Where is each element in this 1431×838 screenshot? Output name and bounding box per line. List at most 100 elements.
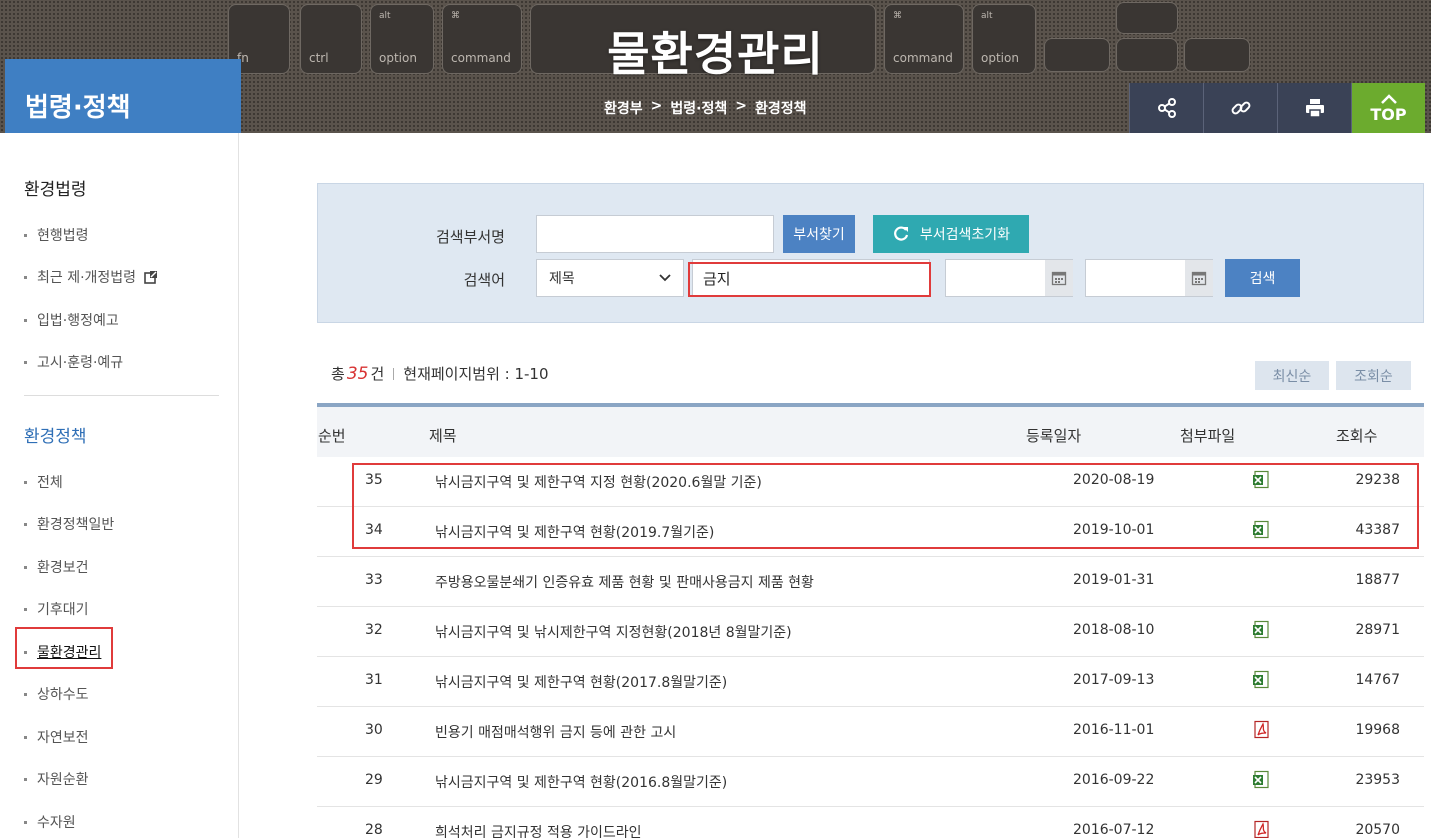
header-views: 조회수 [1336,427,1378,445]
row-number: 30 [365,722,383,738]
sidebar-item-label: 상하수도 [37,687,89,703]
sidebar-item-resource-circulation[interactable]: 자원순환 [24,769,89,789]
sidebar-item-env-policy-general[interactable]: 환경정책일반 [24,514,114,534]
bullet-dot [24,735,27,739]
table-row[interactable]: 33 주방용오물분쇄기 인증유효 제품 현황 및 판매사용금지 제품 현황 2019… [317,557,1424,607]
excel-file-icon[interactable] [1252,770,1272,794]
bullet-dot [24,360,27,364]
bullet-dot [24,820,27,824]
row-title-link[interactable]: 희석처리 금지규정 적용 가이드라인 [435,822,642,838]
sidebar-item-label: 입법·행정예고 [37,313,119,329]
excel-file-icon[interactable] [1252,670,1272,694]
sidebar-item-label: 고시·훈령·예규 [37,355,124,371]
breadcrumb-item-home[interactable]: 환경부 [604,98,643,118]
sidebar-item-climate-air[interactable]: 기후대기 [24,599,89,619]
excel-file-icon[interactable] [1252,620,1272,644]
header-title: 제목 [429,427,457,445]
chevron-up-icon [1380,93,1397,104]
share-button[interactable] [1129,83,1203,133]
page-range: 현재페이지범위 : 1-10 [403,365,549,383]
copy-link-button[interactable] [1203,83,1277,133]
dept-label: 검색부서명 [435,228,505,246]
sort-views-button[interactable]: 조회순 [1336,361,1411,390]
start-date-picker[interactable] [1045,260,1073,296]
total-suffix: 건 [370,365,385,383]
row-views: 14767 [1355,672,1400,688]
table-row[interactable]: 32 낚시금지구역 및 낚시제한구역 지정현황(2018년 8월말기준) 2018-… [317,607,1424,657]
sidebar-item-env-health[interactable]: 환경보건 [24,557,89,577]
bullet-dot [24,275,27,279]
row-title-link[interactable]: 빈용기 매점매석행위 금지 등에 관한 고시 [435,722,676,742]
bullet-dot [24,607,27,611]
pdf-file-icon[interactable] [1252,720,1272,744]
bullet-dot [24,318,27,322]
sidebar-item-label: 자원순환 [37,772,89,788]
section-title: 법령·정책 [25,93,131,123]
reset-dept-button[interactable]: 부서검색초기화 [873,215,1029,253]
keyword-label: 검색어 [463,271,505,289]
sidebar-nav: 환경법령 현행법령 최근 제·개정법령 입법·행정예고 고시·훈령·예규 환경정… [5,133,239,838]
row-number: 32 [365,622,383,638]
sidebar-item-label: 현행법령 [37,228,89,244]
sidebar-group-env-law[interactable]: 환경법령 [24,175,87,200]
sidebar-item-recent-law[interactable]: 최근 제·개정법령 [24,267,158,287]
sidebar-item-water-supply[interactable]: 상하수도 [24,684,89,704]
dept-input[interactable] [536,215,774,253]
sidebar-item-label: 기후대기 [37,602,89,618]
breadcrumb-separator: > [735,98,747,114]
table-row[interactable]: 30 빈용기 매점매석행위 금지 등에 관한 고시 2016-11-01 19968 [317,707,1424,757]
end-date-picker[interactable] [1185,260,1213,296]
row-views: 18877 [1355,572,1400,588]
sidebar-item-water-resources[interactable]: 수자원 [24,812,76,832]
refresh-icon [894,226,908,241]
breadcrumb: 환경부 > 법령·정책 > 환경정책 [604,98,806,118]
row-date: 2016-09-22 [1073,772,1155,788]
breadcrumb-item-law-policy[interactable]: 법령·정책 [670,98,727,118]
header-num: 순번 [318,427,346,445]
row-title-link[interactable]: 주방용오물분쇄기 인증유효 제품 현황 및 판매사용금지 제품 현황 [435,572,814,592]
sidebar-item-current-law[interactable]: 현행법령 [24,225,89,245]
calendar-icon [1051,271,1067,286]
calendar-icon [1191,271,1207,286]
scroll-top-button[interactable]: TOP [1351,83,1425,133]
sidebar-item-notice-rules[interactable]: 고시·훈령·예규 [24,352,123,372]
sidebar-item-all[interactable]: 전체 [24,472,63,492]
header-file: 첨부파일 [1180,427,1236,445]
row-title-link[interactable]: 낚시금지구역 및 제한구역 현황(2017.8월말기준) [435,672,727,692]
summary-divider [393,367,395,380]
table-row[interactable]: 29 낚시금지구역 및 제한구역 현황(2016.8월말기준) 2016-09-22… [317,757,1424,807]
row-title-link[interactable]: 낚시금지구역 및 제한구역 현황(2016.8월말기준) [435,772,727,792]
sidebar-item-label: 환경보건 [37,560,89,576]
row-title-link[interactable]: 낚시금지구역 및 낚시제한구역 지정현황(2018년 8월말기준) [435,622,792,642]
highlight-box-keyword [688,262,931,297]
row-number: 29 [365,772,383,788]
sidebar-item-nature-conservation[interactable]: 자연보전 [24,727,89,747]
sort-latest-button[interactable]: 최신순 [1255,361,1329,390]
table-row[interactable]: 31 낚시금지구역 및 제한구역 현황(2017.8월말기준) 2017-09-13… [317,657,1424,707]
search-field-value: 제목 [549,271,575,287]
table-row[interactable]: 28 희석처리 금지규정 적용 가이드라인 2016-07-12 20570 [317,807,1424,838]
sidebar-group-env-policy[interactable]: 환경정책 [24,422,87,447]
search-field-select[interactable]: 제목 [536,259,684,297]
row-date: 2018-08-10 [1073,622,1155,638]
sidebar-item-label: 환경정책일반 [37,517,115,533]
top-label: TOP [1370,104,1407,124]
row-views: 19968 [1355,722,1400,738]
row-date: 2017-09-13 [1073,672,1155,688]
sidebar-item-label: 전체 [37,475,63,491]
search-button[interactable]: 검색 [1225,259,1300,297]
breadcrumb-item-env-policy[interactable]: 환경정책 [755,98,807,118]
pdf-file-icon[interactable] [1252,820,1272,838]
chevron-down-icon [659,274,671,282]
print-button[interactable] [1277,83,1351,133]
bullet-dot [24,777,27,781]
sidebar-divider [24,395,219,396]
sidebar-item-legislative-notice[interactable]: 입법·행정예고 [24,310,119,330]
row-number: 31 [365,672,383,688]
highlight-box-sidebar [15,627,113,669]
row-date: 2016-11-01 [1073,722,1155,738]
table-header: 순번 제목 등록일자 첨부파일 조회수 [317,403,1424,457]
sidebar-item-label: 최근 제·개정법령 [37,270,137,286]
find-dept-button[interactable]: 부서찾기 [783,215,855,253]
row-views: 20570 [1355,822,1400,838]
